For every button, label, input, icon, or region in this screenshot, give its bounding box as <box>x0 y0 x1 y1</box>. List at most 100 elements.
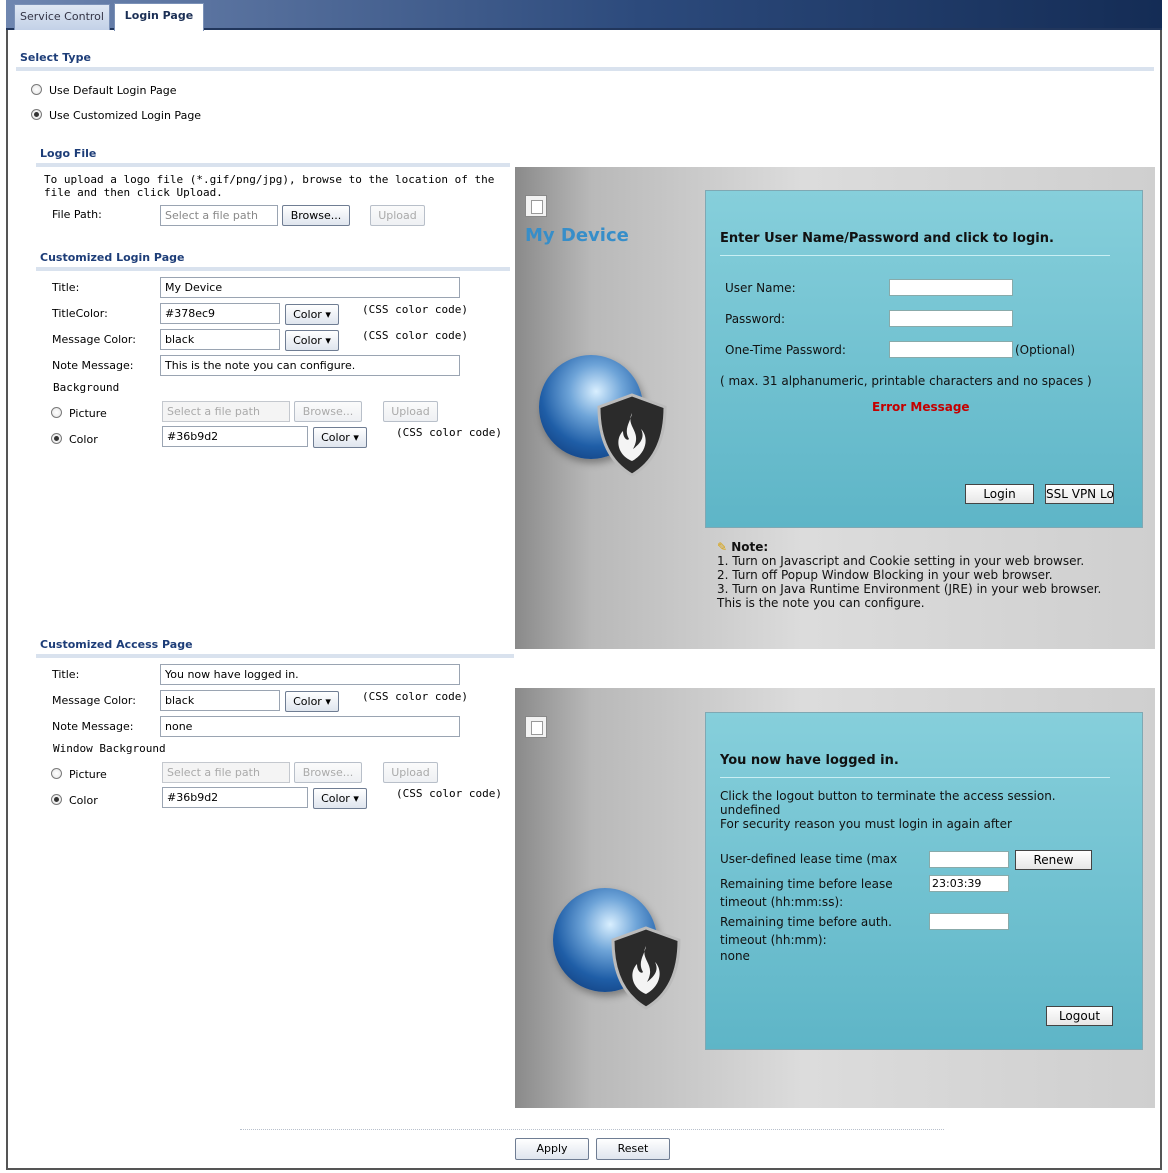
access-message-line: undefined <box>720 803 781 817</box>
remaining-lease-value: 23:03:39 <box>929 875 1009 892</box>
login-heading: Enter User Name/Password and click to lo… <box>720 231 1054 246</box>
preview-device-title: My Device <box>525 225 629 246</box>
remaining-auth-value: none <box>720 949 750 963</box>
logo-file-path-input[interactable]: Select a file path <box>160 205 278 226</box>
select-type-title: Select Type <box>20 51 91 64</box>
message-color-input[interactable]: black <box>160 329 280 350</box>
remaining-auth-label: Remaining time before auth. <box>720 915 892 929</box>
color-button-label: Color <box>321 431 350 444</box>
lease-time-input[interactable] <box>929 851 1009 868</box>
note-line: 3. Turn on Java Runtime Environment (JRE… <box>717 582 1102 596</box>
firewall-shield-icon <box>611 926 681 1010</box>
title-color-label: TitleColor: <box>52 307 108 320</box>
css-hint: (CSS color code) <box>396 787 502 800</box>
logout-button[interactable]: Logout <box>1046 1006 1113 1026</box>
access-message-color-input[interactable]: black <box>160 690 280 711</box>
radio-customized-login[interactable] <box>31 109 42 120</box>
window-bg-upload-button[interactable]: Upload <box>383 762 438 783</box>
access-note-label: Note Message: <box>52 720 134 733</box>
radio-bg-picture[interactable] <box>51 407 62 418</box>
tab-service-control[interactable]: Service Control <box>14 4 110 30</box>
reset-button[interactable]: Reset <box>596 1138 670 1160</box>
access-message: Click the logout button to terminate the… <box>720 789 1056 831</box>
logo-browse-button[interactable]: Browse... <box>282 205 350 226</box>
note-message-input[interactable]: This is the note you can configure. <box>160 355 460 376</box>
note-line: 1. Turn on Javascript and Cookie setting… <box>717 554 1085 568</box>
message-color-picker-button[interactable]: Color ▾ <box>285 330 339 351</box>
lease-time-label: User-defined lease time (max <box>720 852 898 866</box>
color-button-label: Color <box>293 308 322 321</box>
section-rule <box>36 654 514 658</box>
title-color-input[interactable]: #378ec9 <box>160 303 280 324</box>
remaining-auth-input <box>929 913 1009 930</box>
renew-button[interactable]: Renew <box>1015 850 1092 870</box>
color-label: Color <box>69 794 98 807</box>
tab-login-page[interactable]: Login Page <box>114 3 204 31</box>
bg-upload-button[interactable]: Upload <box>383 401 438 422</box>
picture-label: Picture <box>69 768 107 781</box>
radio-window-bg-picture[interactable] <box>51 768 62 779</box>
color-button-label: Color <box>293 695 322 708</box>
css-hint: (CSS color code) <box>396 426 502 439</box>
card-rule <box>720 777 1110 778</box>
firewall-shield-icon <box>597 393 667 477</box>
note-line: 2. Turn off Popup Window Blocking in you… <box>717 568 1053 582</box>
login-button[interactable]: Login <box>965 484 1034 504</box>
window-bg-color-picker-button[interactable]: Color ▾ <box>313 788 367 809</box>
username-input[interactable] <box>889 279 1013 296</box>
message-color-label: Message Color: <box>52 333 136 346</box>
window-bg-browse-button[interactable]: Browse... <box>294 762 362 783</box>
logo-file-description: To upload a logo file (*.gif/png/jpg), b… <box>44 173 495 199</box>
color-label: Color <box>69 433 98 446</box>
login-hint: ( max. 31 alphanumeric, printable charac… <box>720 374 1092 388</box>
bg-color-picker-button[interactable]: Color ▾ <box>313 427 367 448</box>
picture-label: Picture <box>69 407 107 420</box>
access-title-label: Title: <box>52 668 80 681</box>
apply-button[interactable]: Apply <box>515 1138 589 1160</box>
bg-color-input[interactable]: #36b9d2 <box>162 426 308 447</box>
radio-window-bg-color[interactable] <box>51 794 62 805</box>
logo-upload-button[interactable]: Upload <box>370 205 425 226</box>
default-login-label: Use Default Login Page <box>49 84 177 97</box>
bg-browse-button[interactable]: Browse... <box>294 401 362 422</box>
login-page-preview: My Device Enter User Name/Password and c… <box>515 167 1155 649</box>
access-message-line: Click the logout button to terminate the… <box>720 789 1056 803</box>
remaining-lease-label: Remaining time before lease <box>720 877 893 891</box>
password-label: Password: <box>725 312 786 326</box>
ssl-vpn-login-button[interactable]: SSL VPN Lo <box>1045 484 1114 504</box>
access-title-input[interactable]: You now have logged in. <box>160 664 460 685</box>
note-title: Note: <box>731 540 769 554</box>
footer-divider <box>240 1129 944 1130</box>
customized-login-label: Use Customized Login Page <box>49 109 202 122</box>
title-color-picker-button[interactable]: Color ▾ <box>285 304 339 325</box>
radio-bg-color[interactable] <box>51 433 62 444</box>
access-message-color-picker-button[interactable]: Color ▾ <box>285 691 339 712</box>
otp-input[interactable] <box>889 341 1013 358</box>
login-page-title: Customized Login Page <box>40 251 185 264</box>
radio-default-login[interactable] <box>31 84 42 95</box>
color-button-label: Color <box>321 792 350 805</box>
bg-picture-path-input[interactable]: Select a file path <box>162 401 290 422</box>
section-rule <box>36 267 510 271</box>
logo-image-icon <box>525 716 547 738</box>
password-input[interactable] <box>889 310 1013 327</box>
note-line: This is the note you can configure. <box>717 596 925 610</box>
tab-bar: Service Control Login Page <box>6 0 1162 31</box>
login-title-input[interactable]: My Device <box>160 277 460 298</box>
window-bg-color-input[interactable]: #36b9d2 <box>162 787 308 808</box>
access-page-title: Customized Access Page <box>40 638 193 651</box>
css-hint: (CSS color code) <box>362 303 468 316</box>
note-message-label: Note Message: <box>52 359 134 372</box>
note-icon: ✎ <box>717 540 728 554</box>
access-note-input[interactable]: none <box>160 716 460 737</box>
username-label: User Name: <box>725 281 796 295</box>
css-hint: (CSS color code) <box>362 329 468 342</box>
section-rule <box>36 163 510 167</box>
window-bg-picture-path-input[interactable]: Select a file path <box>162 762 290 783</box>
card-rule <box>720 255 1110 256</box>
otp-label: One-Time Password: <box>725 343 846 357</box>
access-card: You now have logged in. Click the logout… <box>705 712 1143 1050</box>
css-hint: (CSS color code) <box>362 690 468 703</box>
color-button-label: Color <box>293 334 322 347</box>
access-message-color-label: Message Color: <box>52 694 136 707</box>
